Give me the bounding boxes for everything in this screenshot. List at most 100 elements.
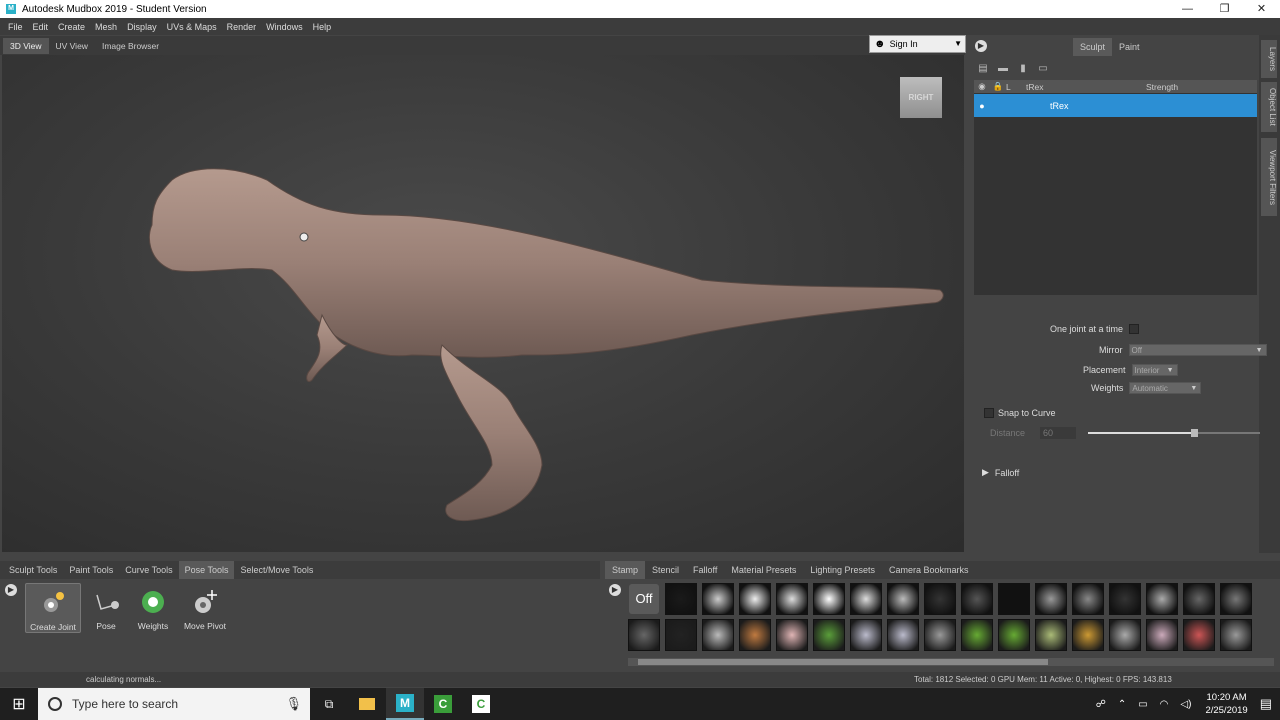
distance-field[interactable]: 60 bbox=[1040, 427, 1076, 439]
trex-model[interactable] bbox=[2, 55, 964, 552]
menu-windows[interactable]: Windows bbox=[261, 22, 308, 32]
stamp-thumbnail[interactable] bbox=[813, 583, 845, 615]
snap-checkbox[interactable] bbox=[984, 408, 994, 418]
tab-stencil[interactable]: Stencil bbox=[645, 561, 686, 579]
menu-edit[interactable]: Edit bbox=[28, 22, 54, 32]
visibility-dot-icon[interactable]: ● bbox=[974, 101, 990, 111]
stamp-thumbnail[interactable] bbox=[1220, 619, 1252, 651]
minimize-icon[interactable]: — bbox=[1169, 0, 1206, 18]
tab-sculpt-tools[interactable]: Sculpt Tools bbox=[3, 561, 63, 579]
menu-mesh[interactable]: Mesh bbox=[90, 22, 122, 32]
folder-icon[interactable]: ▬ bbox=[996, 63, 1010, 75]
restore-icon[interactable]: ❐ bbox=[1206, 0, 1243, 18]
stamp-thumbnail[interactable] bbox=[850, 619, 882, 651]
stamp-thumbnail[interactable] bbox=[1072, 619, 1104, 651]
expand-arrow-icon[interactable]: ▶ bbox=[975, 40, 987, 52]
weights-tool[interactable]: Weights bbox=[125, 583, 181, 633]
stamp-thumbnail[interactable] bbox=[961, 619, 993, 651]
stamp-thumbnail[interactable] bbox=[665, 583, 697, 615]
stamp-thumbnail[interactable] bbox=[1072, 583, 1104, 615]
stamp-thumbnail[interactable] bbox=[739, 619, 771, 651]
visibility-icon[interactable]: ◉ bbox=[974, 81, 990, 92]
stamp-scrollbar[interactable] bbox=[628, 658, 1274, 666]
create-joint-tool[interactable]: Create Joint bbox=[25, 583, 81, 633]
camtasia-recorder-icon[interactable]: C bbox=[462, 688, 500, 720]
tab-select-move-tools[interactable]: Select/Move Tools bbox=[234, 561, 319, 579]
tab-camera-bookmarks[interactable]: Camera Bookmarks bbox=[882, 561, 976, 579]
stamp-thumbnail[interactable] bbox=[850, 583, 882, 615]
tab-paint-tools[interactable]: Paint Tools bbox=[63, 561, 119, 579]
tab-pose-tools[interactable]: Pose Tools bbox=[178, 561, 235, 579]
menu-help[interactable]: Help bbox=[308, 22, 337, 32]
tab-material-presets[interactable]: Material Presets bbox=[724, 561, 803, 579]
stamp-thumbnail[interactable] bbox=[628, 619, 660, 651]
distance-slider[interactable] bbox=[1088, 429, 1260, 437]
menu-create[interactable]: Create bbox=[53, 22, 90, 32]
menu-file[interactable]: File bbox=[3, 22, 28, 32]
lock-icon[interactable]: 🔒 bbox=[990, 81, 1006, 92]
distance-slider-handle[interactable] bbox=[1191, 429, 1199, 437]
layer-row[interactable]: ● tRex bbox=[974, 94, 1257, 117]
stamp-thumbnail[interactable] bbox=[1109, 583, 1141, 615]
stamp-thumbnail[interactable] bbox=[1035, 583, 1067, 615]
3d-viewport[interactable]: RIGHT bbox=[2, 55, 964, 552]
close-icon[interactable]: ✕ bbox=[1243, 0, 1280, 18]
new-layer-icon[interactable]: ▤ bbox=[976, 63, 990, 75]
weights-select[interactable]: Automatic ▼ bbox=[1129, 382, 1202, 394]
expand-arrow-icon[interactable]: ▶ bbox=[609, 584, 621, 596]
merge-layer-icon[interactable]: ▭ bbox=[1036, 63, 1050, 75]
stamp-thumbnail[interactable] bbox=[961, 583, 993, 615]
stamp-thumbnail[interactable] bbox=[702, 619, 734, 651]
mirror-select[interactable]: Off ▼ bbox=[1128, 344, 1267, 356]
menu-render[interactable]: Render bbox=[222, 22, 262, 32]
network-icon[interactable]: ▭ bbox=[1138, 699, 1147, 710]
tab-lighting-presets[interactable]: Lighting Presets bbox=[803, 561, 882, 579]
menu-uvs-maps[interactable]: UVs & Maps bbox=[162, 22, 222, 32]
expand-arrow-icon[interactable]: ▶ bbox=[982, 467, 989, 478]
stamp-thumbnail[interactable] bbox=[776, 583, 808, 615]
stamp-thumbnail[interactable] bbox=[1146, 583, 1178, 615]
stamp-thumbnail[interactable] bbox=[998, 583, 1030, 615]
move-pivot-tool[interactable]: Move Pivot bbox=[177, 583, 233, 633]
scrollbar-thumb[interactable] bbox=[638, 659, 1048, 665]
task-view-icon[interactable]: ⧉ bbox=[310, 688, 348, 720]
notifications-icon[interactable]: ▤ bbox=[1260, 696, 1272, 712]
mudbox-taskbar-icon[interactable]: M bbox=[386, 688, 424, 720]
side-tab-viewport-filters[interactable]: Viewport Filters bbox=[1261, 138, 1277, 216]
stamp-thumbnail[interactable] bbox=[887, 619, 919, 651]
tab-uv-view[interactable]: UV View bbox=[49, 38, 95, 54]
sign-in-dropdown[interactable]: ☻ Sign In ▼ bbox=[869, 35, 966, 53]
delete-layer-icon[interactable]: ▮ bbox=[1016, 63, 1030, 75]
people-icon[interactable]: ☍ bbox=[1096, 699, 1106, 710]
expand-arrow-icon[interactable]: ▶ bbox=[5, 584, 17, 596]
viewcube[interactable]: RIGHT bbox=[900, 77, 942, 118]
wifi-icon[interactable]: ◠ bbox=[1160, 699, 1169, 710]
file-explorer-icon[interactable] bbox=[348, 688, 386, 720]
tab-paint[interactable]: Paint bbox=[1112, 38, 1147, 56]
stamp-thumbnail[interactable] bbox=[813, 619, 845, 651]
stamp-thumbnail[interactable] bbox=[1035, 619, 1067, 651]
stamp-thumbnail[interactable] bbox=[665, 619, 697, 651]
side-tab-object-list[interactable]: Object List bbox=[1261, 82, 1277, 132]
stamp-thumbnail[interactable] bbox=[924, 619, 956, 651]
stamp-thumbnail[interactable] bbox=[1183, 583, 1215, 615]
stamp-thumbnail[interactable] bbox=[1146, 619, 1178, 651]
microphone-icon[interactable]: 🎙 bbox=[285, 696, 302, 712]
windows-start-icon[interactable]: ⊞ bbox=[0, 688, 38, 720]
chevron-up-icon[interactable]: ⌃ bbox=[1118, 699, 1126, 710]
tab-falloff[interactable]: Falloff bbox=[686, 561, 724, 579]
stamp-thumbnail[interactable] bbox=[1183, 619, 1215, 651]
stamp-thumbnail[interactable] bbox=[887, 583, 919, 615]
camtasia-icon[interactable]: C bbox=[424, 688, 462, 720]
volume-icon[interactable]: ◁) bbox=[1180, 699, 1191, 710]
placement-select[interactable]: Interior ▼ bbox=[1131, 364, 1178, 376]
side-tab-layers[interactable]: Layers bbox=[1261, 40, 1277, 78]
tab-stamp[interactable]: Stamp bbox=[605, 561, 646, 579]
tab-3d-view[interactable]: 3D View bbox=[3, 37, 49, 54]
falloff-row[interactable]: ▶ Falloff bbox=[982, 467, 1019, 478]
stamp-thumbnail[interactable] bbox=[702, 583, 734, 615]
stamp-thumbnail[interactable] bbox=[1109, 619, 1141, 651]
taskbar-search[interactable]: Type here to search 🎙 bbox=[38, 688, 310, 720]
clock[interactable]: 10:20 AM 2/25/2019 bbox=[1205, 691, 1247, 717]
stamp-off-button[interactable]: Off bbox=[629, 584, 659, 614]
